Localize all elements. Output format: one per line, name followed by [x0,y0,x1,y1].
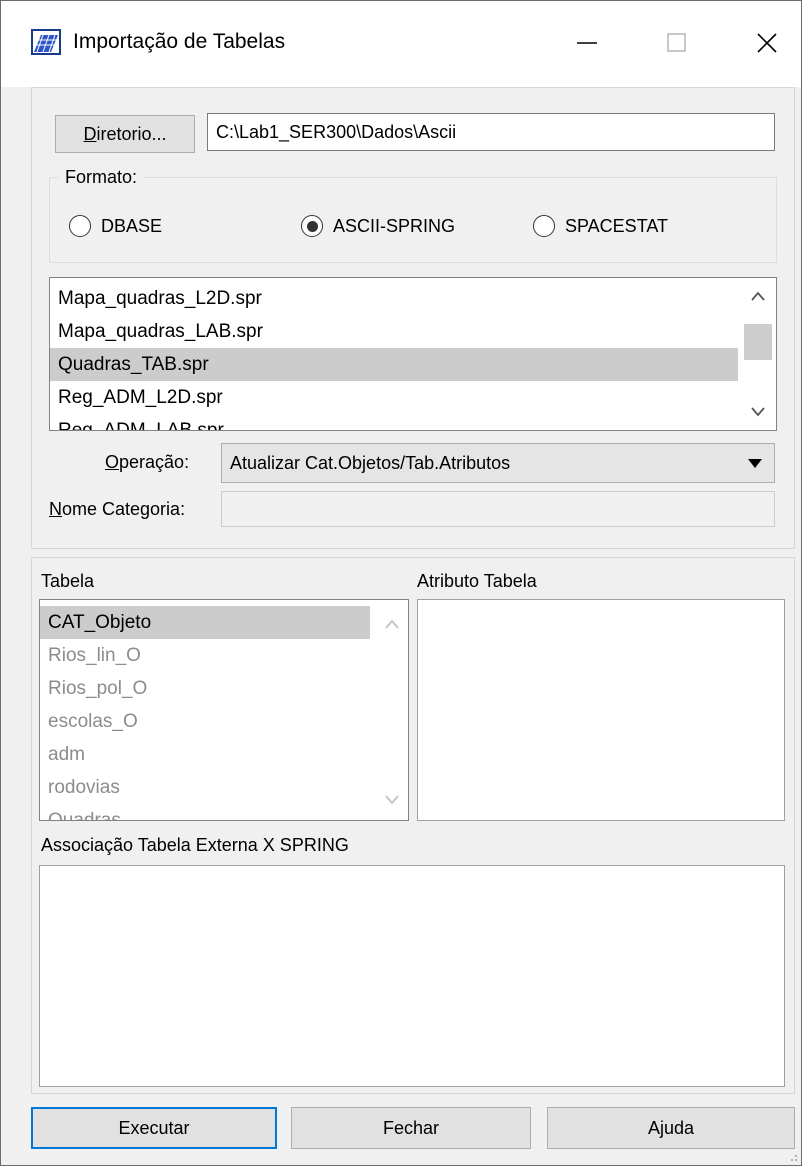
format-radio-spacestat[interactable]: SPACESTAT [533,215,668,237]
file-list-item-selected[interactable]: Quadras_TAB.spr [50,348,738,381]
file-list-item[interactable]: Reg_ADM_L2D.spr [50,381,738,414]
scroll-up-button[interactable] [740,280,776,312]
close-dialog-button[interactable]: Fechar [291,1107,531,1149]
association-area[interactable] [39,865,785,1087]
scroll-down-button[interactable] [376,784,408,816]
execute-button-label: Executar [118,1117,190,1138]
maximize-button[interactable] [637,15,717,71]
scroll-thumb[interactable] [744,324,772,360]
format-radio-dbase[interactable]: DBASE [69,215,162,237]
title-bar[interactable]: Importação de Tabelas [1,1,801,87]
file-list-item[interactable]: Mapa_quadras_LAB.spr [50,315,738,348]
chevron-up-icon [385,619,399,629]
close-icon [757,33,777,53]
help-button[interactable]: Ajuda [547,1107,795,1149]
association-label: Associação Tabela Externa X SPRING [41,835,349,855]
directory-path-value: C:\Lab1_SER300\Dados\Ascii [216,121,457,142]
directory-path-field[interactable]: C:\Lab1_SER300\Dados\Ascii [207,113,775,151]
close-dialog-button-label: Fechar [382,1117,440,1138]
table-list-item-selected[interactable]: CAT_Objeto [40,606,370,639]
format-radio-label: SPACESTAT [565,215,669,236]
window-title: Importação de Tabelas [73,30,286,53]
category-name-field[interactable] [221,491,775,527]
radio-checked-icon [301,215,323,237]
table-attribute-label: Atributo Tabela [417,571,537,591]
import-tables-window: Importação de Tabelas Diretorio... C:\La… [0,0,802,1166]
resize-grip-icon[interactable] [786,1150,798,1162]
operation-select-value: Atualizar Cat.Objetos/Tab.Atributos [230,452,511,473]
minimize-button[interactable] [547,15,627,71]
scroll-down-button[interactable] [740,396,776,428]
table-list-scrollbar[interactable] [376,600,408,820]
format-radio-label: ASCII-SPRING [333,215,456,236]
table-list-item[interactable]: Rios_pol_O [40,672,370,705]
format-group-label: Formato: [59,167,144,188]
operation-label: Operação: [105,452,190,472]
minimize-icon [577,42,597,44]
spring-app-icon [31,29,61,55]
table-label: Tabela [41,571,95,591]
table-list-item[interactable]: Rios_lin_O [40,639,370,672]
table-list-item[interactable]: Quadras [40,804,370,820]
chevron-down-icon [385,795,399,805]
directory-button[interactable]: Diretorio... [55,115,195,153]
maximize-icon [667,33,686,52]
radio-unchecked-icon [533,215,555,237]
file-list[interactable]: Mapa_quadras_L2D.spr Mapa_quadras_LAB.sp… [49,277,777,431]
dropdown-arrow-icon [748,459,762,468]
category-name-label: Nome Categoria: [49,499,186,519]
file-list-item[interactable]: Reg_ADM_LAB.spr [50,414,738,430]
chevron-up-icon [751,291,765,301]
table-list[interactable]: CAT_Objeto Rios_lin_O Rios_pol_O escolas… [39,599,409,821]
operation-select[interactable]: Atualizar Cat.Objetos/Tab.Atributos [221,443,775,483]
attribute-list[interactable] [417,599,785,821]
directory-button-label: Diretorio... [83,123,167,144]
close-button[interactable] [727,15,802,71]
format-radio-ascii-spring[interactable]: ASCII-SPRING [301,215,455,237]
chevron-down-icon [751,407,765,417]
format-radio-label: DBASE [101,215,163,236]
table-list-item[interactable]: rodovias [40,771,370,804]
scroll-up-button[interactable] [376,608,408,640]
file-list-scrollbar[interactable] [740,278,776,430]
table-list-item[interactable]: escolas_O [40,705,370,738]
help-button-label: Ajuda [647,1117,695,1138]
file-list-item[interactable]: Mapa_quadras_L2D.spr [50,282,738,315]
execute-button[interactable]: Executar [31,1107,277,1149]
radio-unchecked-icon [69,215,91,237]
table-list-item[interactable]: adm [40,738,370,771]
